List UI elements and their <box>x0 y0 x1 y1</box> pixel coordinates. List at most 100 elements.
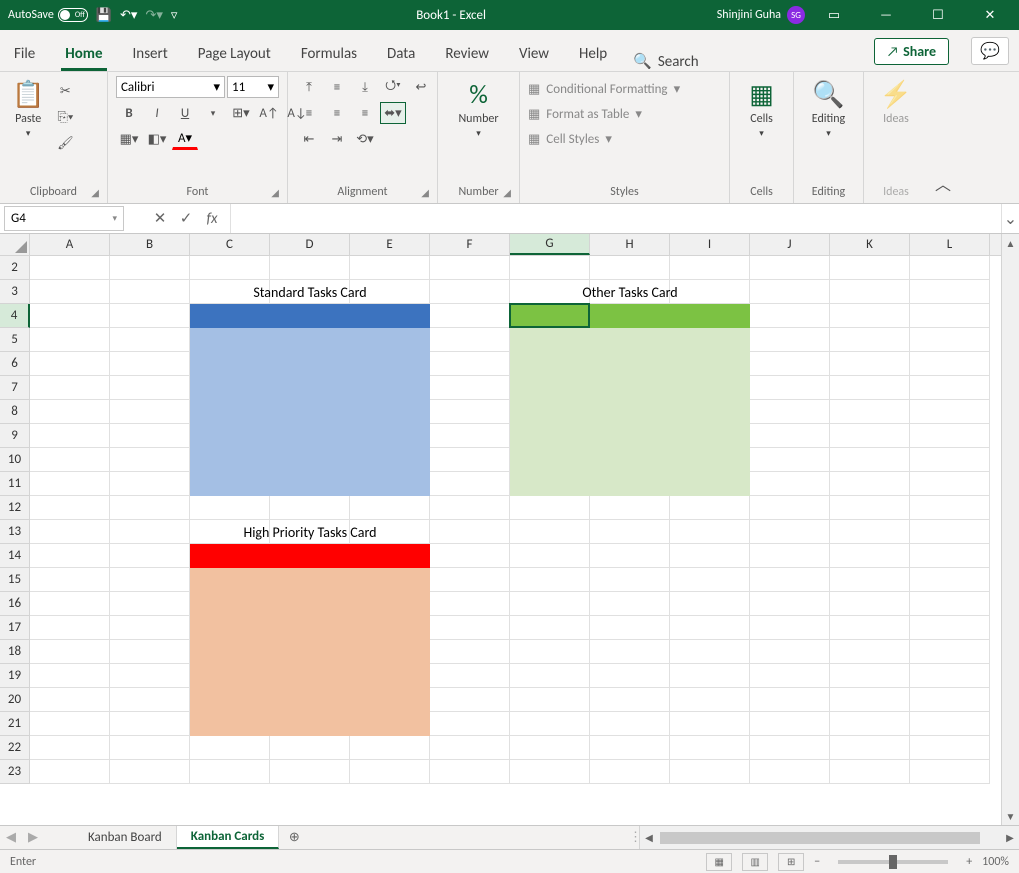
cell[interactable] <box>750 448 830 472</box>
cell[interactable] <box>430 688 510 712</box>
name-box[interactable]: G4▾ <box>4 206 124 231</box>
cell[interactable] <box>510 664 590 688</box>
cell[interactable] <box>110 400 190 424</box>
cell[interactable] <box>670 616 750 640</box>
cell[interactable] <box>830 472 910 496</box>
cell[interactable] <box>830 256 910 280</box>
cell[interactable] <box>670 520 750 544</box>
cell[interactable] <box>510 760 590 784</box>
cell[interactable] <box>430 616 510 640</box>
cell[interactable] <box>750 568 830 592</box>
column-header[interactable]: J <box>750 234 830 255</box>
cell[interactable] <box>510 256 590 280</box>
cell[interactable] <box>30 352 110 376</box>
column-header[interactable]: A <box>30 234 110 255</box>
cell[interactable] <box>510 592 590 616</box>
cell[interactable] <box>750 424 830 448</box>
cell[interactable] <box>750 544 830 568</box>
column-header[interactable]: B <box>110 234 190 255</box>
cell[interactable] <box>830 376 910 400</box>
cell[interactable] <box>350 760 430 784</box>
column-header[interactable]: D <box>270 234 350 255</box>
scroll-left-icon[interactable]: ◀ <box>640 831 658 844</box>
card-header[interactable] <box>190 304 430 328</box>
cell[interactable] <box>750 256 830 280</box>
cell[interactable] <box>510 280 590 304</box>
cell[interactable] <box>670 256 750 280</box>
cell[interactable] <box>110 472 190 496</box>
cell[interactable] <box>830 544 910 568</box>
cell[interactable] <box>30 688 110 712</box>
clipboard-launcher-icon[interactable]: ◢ <box>91 186 99 199</box>
align-center-icon[interactable]: ≡ <box>324 102 350 124</box>
cell[interactable] <box>510 736 590 760</box>
cell[interactable] <box>670 736 750 760</box>
cell[interactable] <box>430 256 510 280</box>
font-name-combo[interactable]: Calibri▾ <box>116 76 225 98</box>
redo-icon[interactable]: ↷▾ <box>145 8 162 23</box>
formula-input[interactable] <box>231 204 1001 233</box>
zoom-out-icon[interactable]: − <box>814 855 820 869</box>
cell[interactable] <box>910 304 990 328</box>
close-icon[interactable]: ✕ <box>967 0 1013 30</box>
scroll-down-icon[interactable]: ▼ <box>1002 807 1019 825</box>
cell[interactable] <box>830 664 910 688</box>
cell[interactable] <box>30 568 110 592</box>
cell[interactable] <box>110 640 190 664</box>
rtl-icon[interactable]: ⟲▾ <box>352 128 378 150</box>
cell[interactable] <box>830 760 910 784</box>
cell[interactable] <box>510 568 590 592</box>
row-header[interactable]: 10 <box>0 448 30 472</box>
cell[interactable] <box>30 760 110 784</box>
cell[interactable] <box>110 496 190 520</box>
cell[interactable] <box>30 472 110 496</box>
card-body[interactable] <box>510 328 750 496</box>
cell[interactable] <box>590 640 670 664</box>
cell[interactable] <box>430 640 510 664</box>
row-header[interactable]: 13 <box>0 520 30 544</box>
cell[interactable] <box>830 496 910 520</box>
cell[interactable] <box>830 736 910 760</box>
cell[interactable] <box>830 640 910 664</box>
cell[interactable] <box>270 256 350 280</box>
cell[interactable] <box>350 496 430 520</box>
underline-button[interactable]: U <box>172 102 198 124</box>
cell[interactable] <box>430 424 510 448</box>
tab-page-layout[interactable]: Page Layout <box>194 39 275 71</box>
cell[interactable] <box>270 736 350 760</box>
share-button[interactable]: ↗ Share <box>874 38 949 65</box>
cells-button[interactable]: ▦ Cells ▾ <box>745 76 778 141</box>
cell[interactable] <box>110 592 190 616</box>
tab-help[interactable]: Help <box>575 39 611 71</box>
format-as-table-button[interactable]: ▦Format as Table▾ <box>528 105 642 124</box>
cell[interactable] <box>30 664 110 688</box>
save-icon[interactable]: 💾 <box>96 8 112 23</box>
row-header[interactable]: 20 <box>0 688 30 712</box>
ideas-button[interactable]: ⚡ Ideas <box>876 76 916 128</box>
cell[interactable] <box>910 400 990 424</box>
cell[interactable] <box>430 352 510 376</box>
cell[interactable] <box>830 328 910 352</box>
cell[interactable] <box>750 472 830 496</box>
cell[interactable] <box>190 256 270 280</box>
normal-view-icon[interactable]: ▦ <box>706 853 732 871</box>
cell[interactable] <box>30 328 110 352</box>
autosave-toggle[interactable]: AutoSave Off <box>8 8 88 22</box>
cell[interactable] <box>750 640 830 664</box>
cell[interactable] <box>270 496 350 520</box>
cell[interactable] <box>30 712 110 736</box>
cell[interactable] <box>110 520 190 544</box>
cell[interactable] <box>910 280 990 304</box>
cell[interactable] <box>30 640 110 664</box>
cell[interactable] <box>830 352 910 376</box>
tab-view[interactable]: View <box>515 39 553 71</box>
row-header[interactable]: 11 <box>0 472 30 496</box>
cell[interactable] <box>750 400 830 424</box>
sheet-nav-prev-icon[interactable]: ◀ <box>0 826 22 849</box>
column-header[interactable]: L <box>910 234 990 255</box>
cell[interactable] <box>670 280 750 304</box>
cell[interactable] <box>910 352 990 376</box>
cell[interactable] <box>510 544 590 568</box>
cell[interactable] <box>430 592 510 616</box>
paste-button[interactable]: 📋 Paste ▾ <box>8 76 48 141</box>
